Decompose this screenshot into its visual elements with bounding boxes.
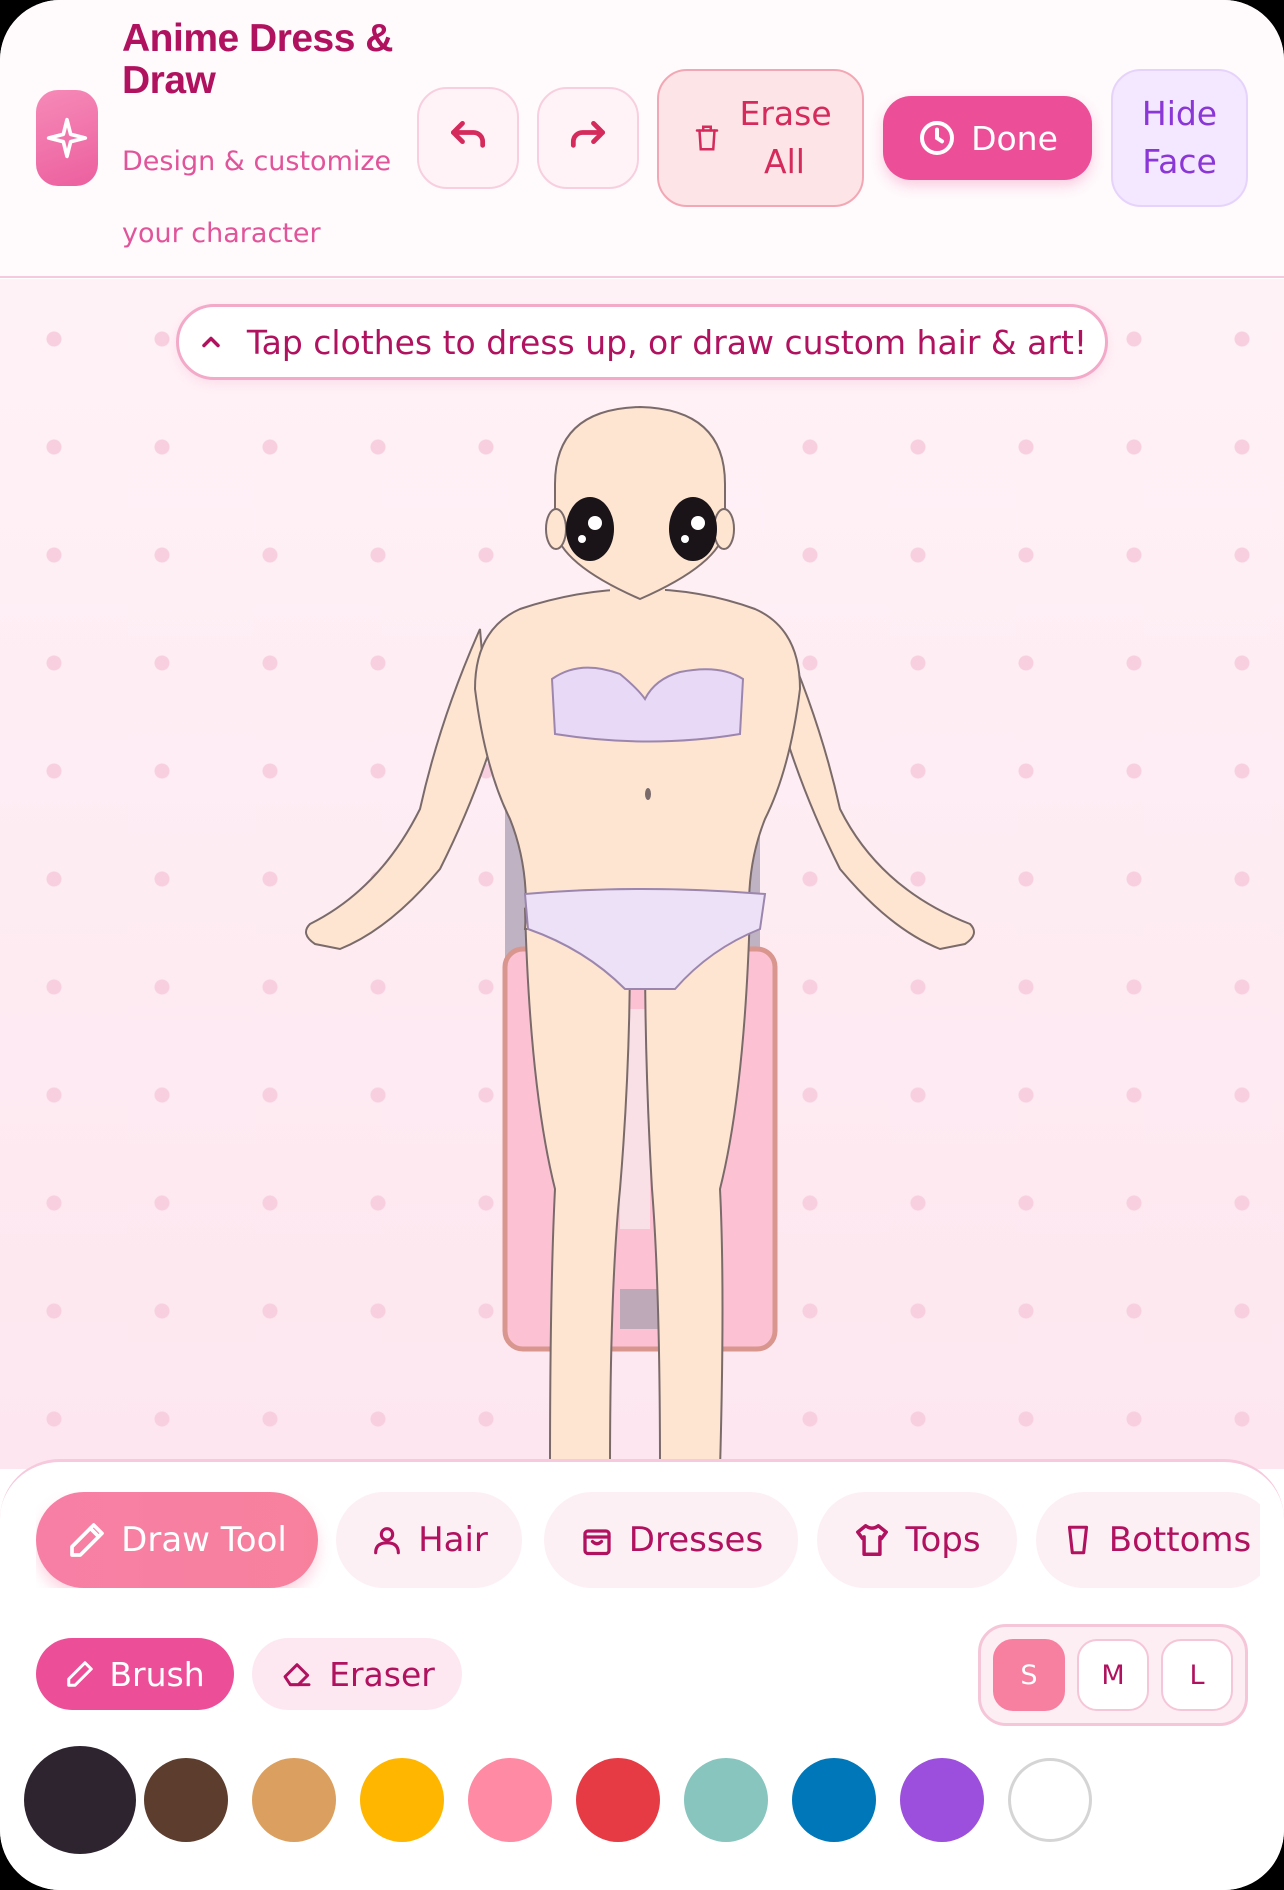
eye-left-highlight bbox=[588, 516, 602, 530]
app-logo bbox=[36, 90, 98, 186]
chevron-up-icon bbox=[202, 336, 220, 348]
tab-label: Dresses bbox=[628, 1520, 764, 1560]
color-swatch[interactable] bbox=[1008, 1758, 1092, 1842]
tab-bottoms[interactable]: Bottoms bbox=[1036, 1492, 1260, 1588]
size-large-button[interactable]: L bbox=[1161, 1639, 1233, 1711]
shirt-icon bbox=[856, 1524, 889, 1556]
hint-banner[interactable]: Tap clothes to dress up, or draw custom … bbox=[176, 304, 1108, 380]
tab-draw-tool[interactable]: Draw Tool bbox=[36, 1492, 318, 1588]
tab-label: Bottoms bbox=[1108, 1520, 1252, 1560]
category-tabs: Draw Tool Hair Dresses Tops Bottoms bbox=[36, 1492, 1260, 1588]
right-arm bbox=[779, 628, 975, 951]
erase-all-button[interactable]: Erase All bbox=[657, 69, 864, 207]
undo-icon bbox=[450, 120, 486, 148]
eraser-label: Eraser bbox=[329, 1654, 435, 1694]
eye-right-highlight bbox=[691, 516, 705, 530]
redo-button[interactable] bbox=[537, 87, 639, 189]
color-swatch[interactable] bbox=[684, 1758, 768, 1842]
tab-label: Tops bbox=[905, 1520, 981, 1560]
color-swatch[interactable] bbox=[252, 1758, 336, 1842]
tab-label: Draw Tool bbox=[121, 1520, 287, 1560]
trash-icon bbox=[695, 125, 718, 151]
done-button[interactable]: Done bbox=[883, 96, 1092, 180]
bag-icon bbox=[583, 1529, 611, 1556]
brush-size-selector: S M L bbox=[978, 1624, 1248, 1726]
brush-button[interactable]: Brush bbox=[36, 1638, 234, 1710]
color-swatch[interactable] bbox=[144, 1758, 228, 1842]
app-window: Anime Dress & Draw Design & customize yo… bbox=[0, 0, 1284, 1890]
navel bbox=[645, 788, 651, 800]
eraser-icon bbox=[283, 1663, 311, 1687]
app-title: Anime Dress & Draw bbox=[122, 17, 393, 102]
clock-icon bbox=[920, 121, 955, 155]
tab-tops[interactable]: Tops bbox=[817, 1492, 1017, 1588]
eye-right bbox=[669, 497, 717, 561]
erase-all-label: Erase All bbox=[739, 94, 832, 181]
color-swatch[interactable] bbox=[576, 1758, 660, 1842]
eye-left bbox=[566, 497, 614, 561]
color-swatch-selected[interactable] bbox=[24, 1746, 136, 1854]
header: Anime Dress & Draw Design & customize yo… bbox=[0, 0, 1284, 278]
character-figure[interactable] bbox=[280, 389, 1000, 1469]
undo-button[interactable] bbox=[417, 87, 519, 189]
ear-left bbox=[545, 508, 567, 550]
skirt-icon bbox=[1067, 1525, 1088, 1555]
size-small-button[interactable]: S bbox=[993, 1639, 1065, 1711]
left-arm bbox=[305, 628, 492, 951]
drawing-canvas[interactable]: Tap clothes to dress up, or draw custom … bbox=[0, 279, 1284, 1469]
hide-face-label: Hide Face bbox=[1141, 94, 1218, 181]
sparkle-icon bbox=[46, 117, 88, 159]
person-icon bbox=[374, 1527, 400, 1555]
done-label: Done bbox=[971, 118, 1058, 158]
tab-dresses[interactable]: Dresses bbox=[544, 1492, 798, 1588]
eye-left-highlight-small bbox=[578, 535, 586, 543]
tab-hair[interactable]: Hair bbox=[336, 1492, 522, 1588]
hide-face-button[interactable]: Hide Face bbox=[1111, 69, 1248, 207]
pencil-icon bbox=[70, 1523, 105, 1557]
brush-label: Brush bbox=[109, 1654, 205, 1694]
tab-label: Hair bbox=[418, 1520, 488, 1560]
pencil-icon bbox=[67, 1661, 94, 1687]
redo-icon bbox=[570, 120, 606, 148]
eye-right-highlight-small bbox=[681, 535, 689, 543]
color-swatch[interactable] bbox=[360, 1758, 444, 1842]
color-swatch[interactable] bbox=[792, 1758, 876, 1842]
eraser-button[interactable]: Eraser bbox=[252, 1638, 462, 1710]
color-swatch[interactable] bbox=[900, 1758, 984, 1842]
size-medium-button[interactable]: M bbox=[1077, 1639, 1149, 1711]
hint-text: Tap clothes to dress up, or draw custom … bbox=[246, 322, 1088, 362]
color-swatch[interactable] bbox=[468, 1758, 552, 1842]
torso bbox=[473, 587, 802, 930]
app-subtitle: Design & customize your character bbox=[122, 146, 392, 249]
